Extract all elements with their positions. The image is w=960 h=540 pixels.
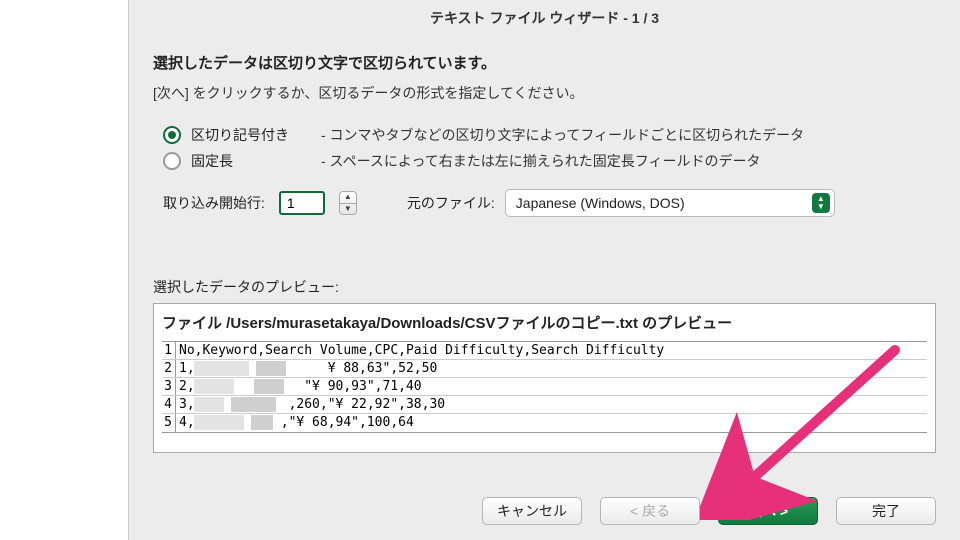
row-number: 2 <box>162 360 176 377</box>
preview-row: 5 4, ,"¥ 68,94",100,64 <box>162 414 927 432</box>
row-number: 1 <box>162 342 176 359</box>
finish-button[interactable]: 完了 <box>836 497 936 525</box>
back-button: < 戻る <box>600 497 700 525</box>
radio-delimited-desc: - コンマやタブなどの区切り文字によってフィールドごとに区切られたデータ <box>321 125 804 145</box>
row-content: 3, ,260,"¥ 22,92",38,30 <box>176 396 927 413</box>
stepper-down-icon[interactable]: ▼ <box>340 204 356 215</box>
section-subheading: [次へ] をクリックするか、区切るデータの形式を指定してください。 <box>153 83 936 103</box>
preview-rows: 1 No,Keyword,Search Volume,CPC,Paid Diff… <box>162 341 927 433</box>
radio-fixed[interactable] <box>163 152 181 170</box>
cancel-button[interactable]: キャンセル <box>482 497 582 525</box>
row-content: 2, "¥ 90,93",71,40 <box>176 378 927 395</box>
preview-box: ファイル /Users/murasetakaya/Downloads/CSVファ… <box>153 303 936 453</box>
encoding-label: 元のファイル: <box>407 193 495 213</box>
preview-row: 3 2, "¥ 90,93",71,40 <box>162 378 927 396</box>
row-content: 1, ¥ 88,63",52,50 <box>176 360 927 377</box>
radio-delimited[interactable] <box>163 126 181 144</box>
radio-delimited-label: 区切り記号付き <box>191 125 311 145</box>
radio-delimited-row[interactable]: 区切り記号付き - コンマやタブなどの区切り文字によってフィールドごとに区切られ… <box>163 125 936 145</box>
start-row-stepper[interactable]: ▲ ▼ <box>339 191 357 215</box>
radio-fixed-desc: - スペースによって右または左に揃えられた固定長フィールドのデータ <box>321 151 760 171</box>
radio-fixed-row[interactable]: 固定長 - スペースによって右または左に揃えられた固定長フィールドのデータ <box>163 151 936 171</box>
preview-row: 2 1, ¥ 88,63",52,50 <box>162 360 927 378</box>
section-heading: 選択したデータは区切り文字で区切られています。 <box>153 52 936 73</box>
encoding-value: Japanese (Windows, DOS) <box>516 195 685 211</box>
encoding-select[interactable]: Japanese (Windows, DOS) ▲▼ <box>505 189 835 217</box>
row-content: 4, ,"¥ 68,94",100,64 <box>176 414 927 432</box>
start-row-input[interactable] <box>281 195 323 211</box>
stepper-up-icon[interactable]: ▲ <box>340 192 356 204</box>
row-number: 4 <box>162 396 176 413</box>
preview-row: 1 No,Keyword,Search Volume,CPC,Paid Diff… <box>162 342 927 360</box>
radio-fixed-label: 固定長 <box>191 151 311 171</box>
wizard-window: テキスト ファイル ウィザード - 1 / 3 選択したデータは区切り文字で区切… <box>128 0 960 540</box>
wizard-footer: キャンセル < 戻る 次へ > 完了 <box>129 492 960 540</box>
row-number: 3 <box>162 378 176 395</box>
window-title: テキスト ファイル ウィザード - 1 / 3 <box>129 0 960 36</box>
preview-file-line: ファイル /Users/murasetakaya/Downloads/CSVファ… <box>162 312 927 333</box>
row-number: 5 <box>162 414 176 432</box>
start-row-input-wrap[interactable] <box>279 191 325 215</box>
preview-label: 選択したデータのプレビュー: <box>153 277 936 297</box>
start-row-label: 取り込み開始行: <box>163 193 265 213</box>
wizard-content: 選択したデータは区切り文字で区切られています。 [次へ] をクリックするか、区切… <box>129 36 960 492</box>
select-arrows-icon[interactable]: ▲▼ <box>812 193 830 213</box>
row-content: No,Keyword,Search Volume,CPC,Paid Diffic… <box>176 342 927 359</box>
next-button[interactable]: 次へ > <box>718 497 818 525</box>
preview-row: 4 3, ,260,"¥ 22,92",38,30 <box>162 396 927 414</box>
